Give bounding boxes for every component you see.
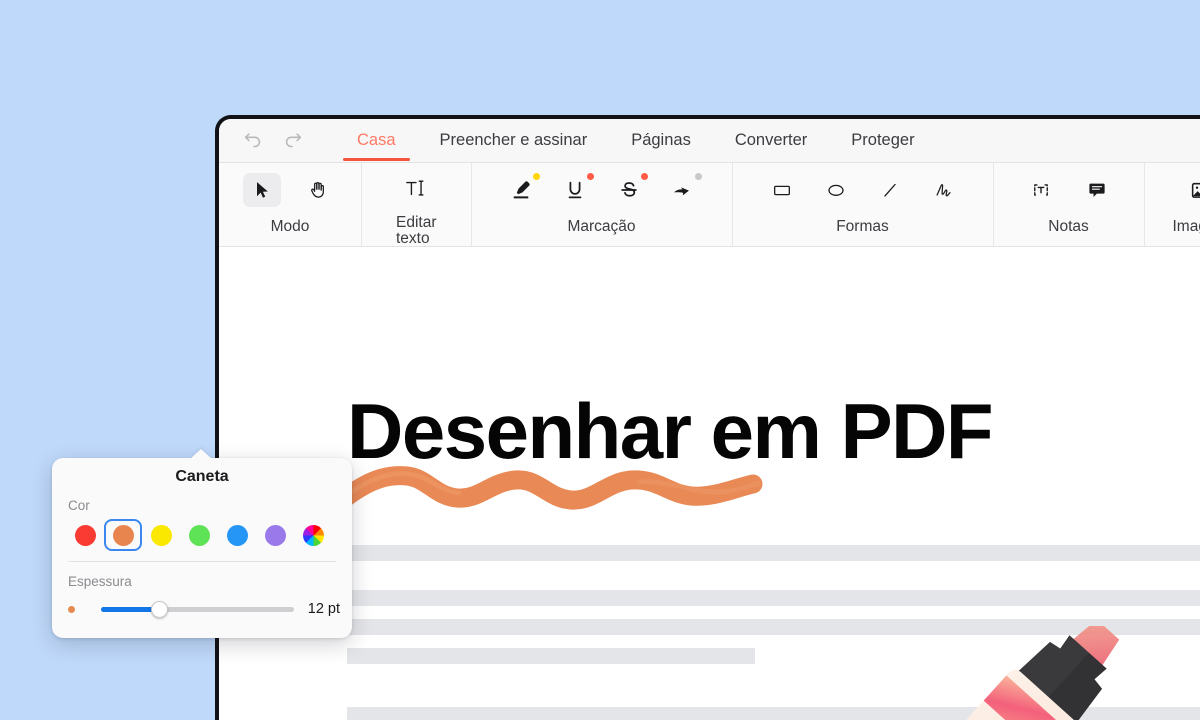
- strikethrough-tool[interactable]: [610, 173, 648, 207]
- image-plus-icon: [1191, 182, 1200, 198]
- ribbon-group-label-editar-texto: Editar texto: [396, 214, 437, 247]
- ribbon-group-imagem: Imagem: [1145, 163, 1200, 246]
- tab-bar: Casa Preencher e assinar Páginas Convert…: [219, 119, 1200, 163]
- pen-draw-tool[interactable]: [664, 173, 702, 207]
- ellipse-icon: [827, 184, 844, 196]
- slider-knob[interactable]: [150, 600, 168, 618]
- underline-tool-color-badge: [586, 173, 594, 180]
- swatch-red[interactable]: [66, 519, 104, 551]
- swatch-yellow-dot: [150, 524, 172, 546]
- swatch-blue[interactable]: [218, 519, 256, 551]
- tab-casa[interactable]: Casa: [335, 119, 418, 163]
- thickness-preview-dot: [68, 605, 75, 613]
- ribbon-group-label-imagem: Imagem: [1172, 218, 1200, 235]
- underline-icon: [568, 181, 581, 199]
- thickness-value: 12 pt: [307, 601, 340, 617]
- swatch-yellow[interactable]: [142, 519, 180, 551]
- edit-text-tool[interactable]: [397, 171, 435, 205]
- pen-brush-icon: [673, 187, 689, 196]
- hand-icon: [311, 181, 324, 198]
- document-text-line: [347, 590, 1200, 606]
- tab-proteger[interactable]: Proteger: [829, 119, 936, 163]
- undo-icon: [244, 132, 261, 147]
- select-cursor-tool[interactable]: [243, 173, 281, 207]
- ribbon-tabs: Casa Preencher e assinar Páginas Convert…: [335, 119, 937, 163]
- rectangle-shape-tool[interactable]: [763, 173, 801, 207]
- add-image-tool[interactable]: [1182, 173, 1200, 207]
- pen-draw-tool-color-badge: [694, 173, 702, 180]
- line-shape-tool[interactable]: [871, 173, 909, 207]
- line-icon: [883, 183, 896, 197]
- tab-paginas[interactable]: Páginas: [609, 119, 713, 163]
- document-text-line: [347, 648, 755, 664]
- thickness-slider[interactable]: [85, 599, 298, 619]
- ribbon-group-editar-texto: Editar texto: [362, 163, 472, 246]
- pdf-editor-window: Casa Preencher e assinar Páginas Convert…: [215, 115, 1200, 720]
- pen-settings-popover: Caneta Cor Espessura 12 pt: [52, 449, 352, 638]
- swatch-blue-dot: [226, 524, 248, 546]
- highlighter-icon: [513, 181, 530, 199]
- color-swatch-row: [52, 513, 352, 551]
- strikethrough-tool-color-badge: [640, 173, 648, 180]
- ribbon-group-label-formas: Formas: [836, 218, 889, 235]
- ellipse-shape-tool[interactable]: [817, 173, 855, 207]
- screenshot-stage: Casa Preencher e assinar Páginas Convert…: [0, 0, 1200, 720]
- comment-note-tool[interactable]: [1078, 173, 1116, 207]
- swatch-green[interactable]: [180, 519, 218, 551]
- strikethrough-icon: [620, 182, 637, 197]
- popover-arrow-icon: [190, 449, 212, 459]
- swatch-purple[interactable]: [256, 519, 294, 551]
- speech-bubble-icon: [1088, 183, 1105, 197]
- highlight-tool[interactable]: [502, 173, 540, 207]
- tab-converter[interactable]: Converter: [713, 119, 829, 163]
- redo-button[interactable]: [273, 119, 313, 163]
- thickness-row: 12 pt: [52, 589, 352, 619]
- thickness-section-label: Espessura: [68, 574, 132, 589]
- ribbon-group-notas: Notas: [994, 163, 1145, 246]
- swatch-red-dot: [74, 524, 96, 546]
- freehand-shape-tool[interactable]: [925, 173, 963, 207]
- text-cursor-icon: [406, 180, 424, 196]
- rectangle-icon: [773, 185, 790, 196]
- swatch-purple-dot: [264, 524, 286, 546]
- swatch-orange-dot: [112, 524, 134, 546]
- document-text-line: [347, 545, 1200, 561]
- ribbon-group-marcacao: Marcação: [472, 163, 733, 246]
- color-wheel-icon: [302, 524, 324, 546]
- cursor-arrow-icon: [257, 182, 268, 198]
- ribbon-group-label-marcacao: Marcação: [567, 218, 636, 235]
- tab-preencher-e-assinar[interactable]: Preencher e assinar: [418, 119, 610, 163]
- redo-icon: [285, 132, 302, 147]
- document-text-line: [347, 619, 1200, 635]
- ribbon-group-label-notas: Notas: [1048, 218, 1089, 235]
- underline-tool[interactable]: [556, 173, 594, 207]
- swatch-color-wheel[interactable]: [294, 519, 332, 551]
- ribbon-toolbar: Modo Editar texto Marcação Formas Notas …: [219, 163, 1200, 247]
- popover-title: Caneta: [175, 468, 229, 485]
- undo-button[interactable]: [233, 119, 273, 163]
- ribbon-group-label-modo: Modo: [270, 218, 310, 235]
- text-box-note-tool[interactable]: [1022, 173, 1060, 207]
- highlighter-marker-illustration: [954, 626, 1120, 720]
- swatch-green-dot: [188, 524, 210, 546]
- document-text-line: [347, 707, 1200, 720]
- swatch-orange[interactable]: [104, 519, 142, 551]
- ribbon-group-formas: Formas: [733, 163, 994, 246]
- color-section-label: Cor: [68, 498, 90, 513]
- ribbon-group-modo: Modo: [219, 163, 362, 246]
- highlighter-stroke: [339, 466, 763, 510]
- document-canvas[interactable]: Desenhar em PDF: [219, 248, 1200, 720]
- scribble-icon: [936, 184, 951, 197]
- highlight-tool-color-badge: [532, 173, 540, 180]
- pan-hand-tool[interactable]: [299, 173, 337, 207]
- text-box-icon: [1033, 184, 1048, 196]
